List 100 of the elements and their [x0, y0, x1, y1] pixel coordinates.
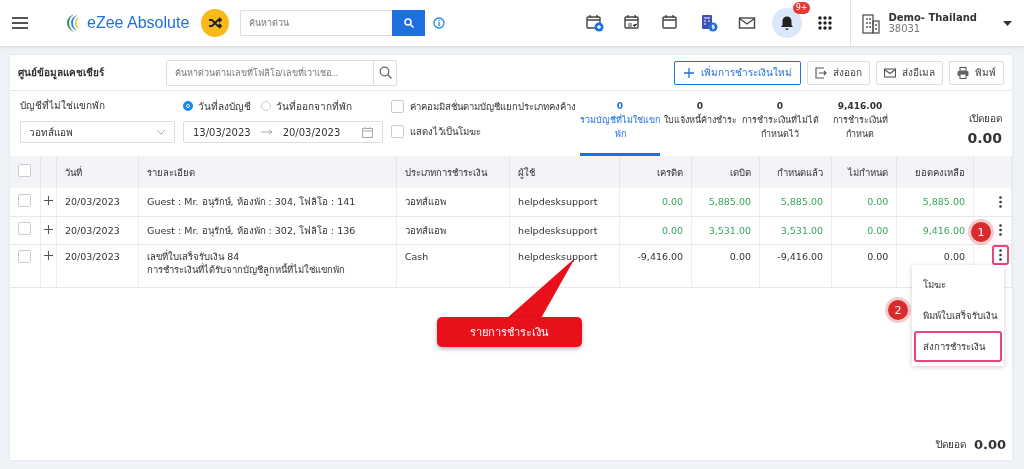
column-header: ผู้ใช้	[509, 156, 620, 188]
more-options-button[interactable]	[992, 244, 1009, 265]
summary-tab[interactable]: 0 ใบแจ้งหนี้ค้างชำระ	[660, 99, 740, 156]
amount-cell: 0.00	[943, 250, 965, 262]
row-checkbox[interactable]	[18, 222, 31, 235]
select-all-checkbox[interactable]	[18, 164, 31, 177]
callout-label: รายการชำระเงิน	[437, 317, 582, 347]
table-cell: 20/03/2023	[56, 216, 139, 244]
calculator-dollar-icon[interactable]	[700, 14, 719, 32]
export-icon	[815, 66, 827, 79]
expand-plus-icon[interactable]	[44, 250, 53, 260]
closing-balance-value: 0.00	[973, 437, 1006, 452]
column-header: ประเภทการชำระเงิน	[396, 156, 510, 188]
caret-icon[interactable]	[1003, 20, 1012, 26]
table-cell-text: Guest : Mr. อนุรักษ์, ห้องพัก : 302, โฟลิโอ : 136	[147, 223, 357, 237]
column-header: เครดิต	[619, 156, 692, 188]
info-icon[interactable]	[433, 17, 446, 29]
notification-badge: 9+	[792, 2, 811, 14]
shuffle-icon	[208, 17, 223, 29]
notification-button[interactable]	[772, 8, 803, 38]
menu-icon[interactable]	[12, 16, 28, 30]
date-range-field[interactable]: 13/03/2023 20/03/2023	[183, 121, 383, 143]
export-button[interactable]: ส่งออก	[807, 60, 870, 85]
brand-name: eZee Absolute	[87, 14, 190, 32]
chevron-down-icon	[156, 129, 166, 135]
account-select[interactable]: วอทส์แอพ	[20, 121, 175, 143]
table-cell-text: การชำระเงินที่ได้รับจากบัญชีลูกหนี้ที่ไม่ใช่แขกพัก	[147, 262, 347, 276]
print-button[interactable]: พิมพ์	[949, 60, 1004, 85]
add-payment-button[interactable]: เพิ่มการชำระเงินใหม่	[674, 60, 801, 85]
filter-checkbox[interactable]: แสดงไว้เป็นโมฆะ	[391, 124, 576, 139]
column-header: เดบิต	[691, 156, 760, 188]
opening-balance-label: เปิดยอด	[968, 112, 1002, 126]
apps-grid-icon[interactable]	[818, 16, 833, 30]
arrow-right-icon	[260, 129, 273, 135]
search-button[interactable]	[392, 10, 426, 36]
mail-icon[interactable]	[738, 14, 757, 32]
email-button[interactable]: ส่งอีเมล	[876, 60, 943, 85]
amount-cell: 3,531.00	[780, 224, 824, 236]
menu-item[interactable]: โมฆะ	[914, 269, 1002, 300]
amount-cell: 0.00	[867, 250, 889, 262]
menu-item[interactable]: พิมพ์ใบเสร็จรับเงิน	[914, 300, 1002, 331]
table-cell: วอทส์แอพ	[396, 188, 510, 216]
step-marker: 1	[971, 222, 991, 242]
column-header: กำหนดแล้ว	[759, 156, 832, 188]
plus-icon	[683, 66, 695, 79]
table-cell: วอทส์แอพ	[396, 216, 510, 244]
table-cell: helpdesksupport	[509, 216, 620, 244]
column-header: วันที่	[56, 156, 139, 188]
property-name: Demo- Thailand	[888, 12, 977, 23]
more-vertical-icon	[999, 224, 1002, 236]
closing-balance-label: ปิดยอด	[935, 438, 966, 452]
printer-icon	[957, 66, 969, 79]
mail-icon	[884, 66, 896, 79]
table-cell: Cash	[396, 244, 510, 287]
amount-cell: 0.00	[661, 196, 684, 208]
more-vertical-icon	[999, 248, 1002, 261]
amount-cell: -9,416.00	[777, 250, 824, 262]
amount-cell: 0.00	[729, 250, 751, 262]
column-header: ยอดคงเหลือ	[896, 156, 974, 188]
date-mode-radio[interactable]: วันที่ออกจากที่พัก	[261, 98, 352, 114]
summary-tab[interactable]: 9,416.00 การชำระเงินที่กำหนด	[820, 99, 900, 156]
column-header: ไม่กำหนด	[831, 156, 897, 188]
date-mode-radio[interactable]: วันที่ลงบัญชี	[183, 98, 251, 114]
expand-plus-icon[interactable]	[44, 224, 53, 234]
table-cell-text: Guest : Mr. อนุรักษ์, ห้องพัก : 304, โฟลิโอ : 141	[147, 195, 357, 209]
amount-cell: 3,531.00	[708, 224, 751, 236]
property-code: 38031	[888, 23, 922, 34]
calendar-plus-icon[interactable]	[586, 14, 605, 32]
column-header: รายละเอียด	[138, 156, 397, 188]
amount-cell: 0.00	[661, 224, 684, 236]
amount-cell: 5,885.00	[708, 196, 751, 208]
amount-cell: 0.00	[867, 224, 889, 236]
search-icon[interactable]	[378, 66, 392, 79]
amount-cell: 0.00	[867, 196, 889, 208]
panel-title: ศูนย์ข้อมูลแคชเชียร์	[18, 66, 105, 80]
row-checkbox[interactable]	[18, 193, 31, 207]
bell-icon	[780, 15, 795, 31]
account-label: บัญชีที่ไม่ใช่แขกพัก	[20, 99, 106, 113]
step-marker: 2	[888, 300, 908, 320]
building-icon	[862, 12, 881, 34]
table-cell: helpdesksupport	[509, 188, 620, 216]
amount-cell: 5,885.00	[780, 196, 824, 208]
calendar-icon	[362, 126, 373, 138]
table-cell-text: เลขที่ใบเสร็จรับเงิน 84	[147, 249, 241, 263]
table-cell: 20/03/2023	[56, 188, 139, 216]
expand-plus-icon[interactable]	[44, 196, 53, 206]
menu-item[interactable]: ส่งการชำระเงิน	[914, 331, 1002, 362]
shuffle-button[interactable]	[201, 9, 230, 37]
summary-tab[interactable]: 0 การชำระเงินที่ไม่ได้กำหนดไว้	[740, 99, 820, 156]
amount-cell: 9,416.00	[922, 224, 965, 236]
row-checkbox[interactable]	[18, 249, 31, 263]
search-icon	[403, 18, 414, 28]
more-vertical-icon	[999, 195, 1002, 208]
table-cell: 20/03/2023	[56, 244, 139, 287]
filter-checkbox[interactable]: ค่าคอมมิสชั่นตามบัญชีแยกประเภทคงค้าง	[391, 99, 576, 114]
search-field[interactable]: ค้นหาด่วน	[240, 10, 393, 36]
folio-search-field[interactable]: ค้นหาด่วนตามเลขที่โฟลิโอ/เลขที่เวาเชอ...	[166, 59, 397, 86]
amount-cell: -9,416.00	[637, 250, 684, 262]
amount-cell: 5,885.00	[922, 196, 965, 208]
opening-balance-value: 0.00	[967, 130, 1002, 146]
